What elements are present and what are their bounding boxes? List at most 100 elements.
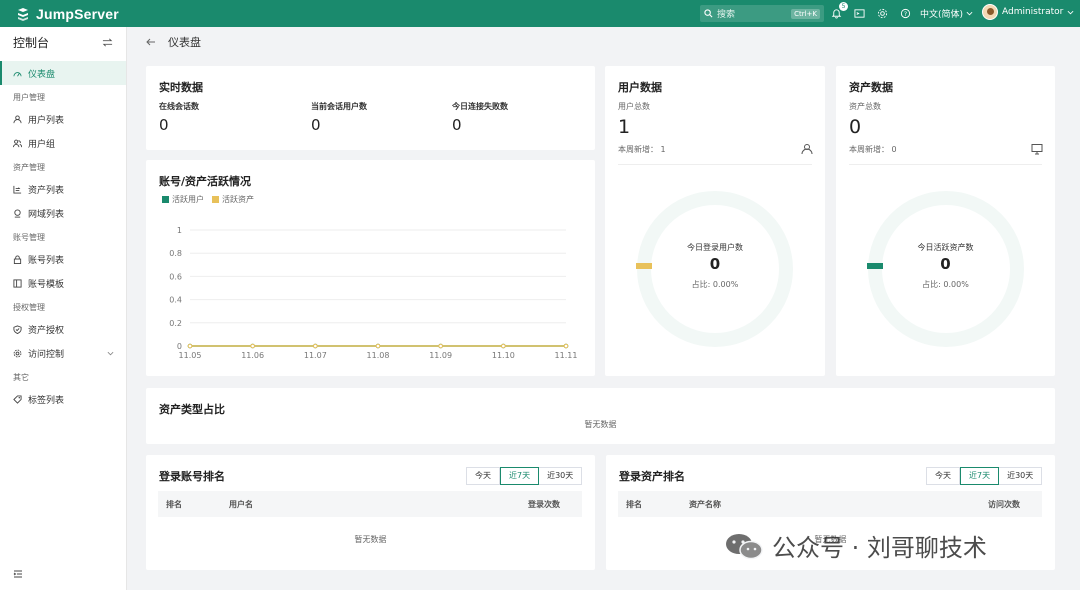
terminal-icon (853, 9, 865, 18)
sidebar-group-label: 其它 (13, 373, 29, 382)
tab-last-7-days[interactable]: 近7天 (500, 467, 540, 485)
svg-text:?: ? (903, 10, 906, 18)
sidebar-group-label: 资产管理 (13, 163, 45, 172)
app-logo[interactable]: JumpServer (0, 0, 126, 27)
donut-value: 0 (940, 255, 951, 273)
jumpserver-logo-icon (18, 7, 28, 21)
activity-card: 账号/资产活跃情况 活跃用户 活跃资产 0 0.2 0.4 0.6 0.8 1 11.05 1… (146, 160, 595, 376)
metric-value: 0 (159, 116, 169, 134)
asset-icon (13, 185, 22, 194)
sidebar-item-dashboard[interactable]: 仪表盘 (0, 61, 126, 85)
watermark-text: 公众号 · 刘哥聊技术 (772, 534, 987, 562)
x-tick-label: 11.09 (429, 351, 452, 360)
user-menu[interactable]: Administrator (982, 4, 1074, 20)
data-point (438, 343, 443, 349)
sidebar-item-asset-permission[interactable]: 资产授权 (0, 317, 126, 341)
help-button[interactable]: ? (899, 8, 911, 20)
asset-total-value: 0 (849, 116, 862, 138)
user-data-card: 用户数据 用户总数 1 本周新增： 1 今日登录用户数 0 占比: 0.00% (605, 66, 825, 376)
tab-today[interactable]: 今天 (467, 468, 500, 484)
switch-view-icon[interactable] (102, 37, 113, 48)
x-tick-label: 11.10 (492, 351, 515, 360)
x-tick-label: 11.07 (304, 351, 327, 360)
activity-line-chart: 0 0.2 0.4 0.6 0.8 1 11.05 11.06 11.07 11.08 11.09 1… (169, 226, 577, 360)
column-header: 排名 (166, 499, 182, 509)
user-icon (801, 144, 813, 155)
collapse-sidebar-button[interactable] (13, 568, 23, 582)
sidebar-item-account-list[interactable]: 账号列表 (0, 247, 126, 271)
gear-icon (877, 8, 887, 19)
sidebar-item-user-group[interactable]: 用户组 (0, 131, 126, 155)
global-search[interactable]: 搜索 Ctrl+K (700, 5, 824, 22)
card-title: 实时数据 (159, 81, 203, 94)
x-tick-label: 11.05 (179, 351, 202, 360)
search-placeholder: 搜索 (717, 10, 736, 20)
sidebar-item-label: 仪表盘 (28, 69, 56, 80)
help-icon: ? (900, 8, 910, 19)
sidebar-item-account-template[interactable]: 账号模板 (0, 271, 126, 295)
card-title: 登录账号排名 (159, 470, 225, 483)
column-header: 登录次数 (528, 499, 560, 509)
table-header: 排名 用户名 登录次数 (158, 491, 582, 517)
x-tick-label: 11.08 (367, 351, 390, 360)
wechat-watermark: 公众号 · 刘哥聊技术 (724, 528, 987, 563)
card-title: 用户数据 (618, 81, 662, 94)
dashboard-icon (13, 71, 22, 76)
tab-today[interactable]: 今天 (927, 468, 960, 484)
chevron-down-icon (966, 11, 973, 16)
donut-label: 今日登录用户数 (687, 243, 743, 252)
sidebar-item-label: 用户组 (28, 139, 56, 150)
gear-icon (13, 349, 22, 357)
sidebar-title: 控制台 (13, 35, 50, 50)
settings-button[interactable] (876, 8, 888, 20)
tab-last-7-days[interactable]: 近7天 (960, 467, 1000, 485)
donut-label: 今日活跃资产数 (917, 243, 974, 252)
search-shortcut: Ctrl+K (791, 8, 820, 19)
data-point (313, 343, 318, 349)
asset-types-card: 资产类型占比 暂无数据 (146, 388, 1055, 444)
network-icon (14, 208, 21, 218)
metric-label: 今日连接失败数 (452, 102, 508, 111)
column-header: 排名 (626, 499, 642, 509)
sidebar-item-zone-list[interactable]: 网域列表 (0, 201, 126, 225)
back-arrow-icon[interactable] (146, 37, 156, 47)
notification-button[interactable]: 5 (830, 1, 848, 20)
y-tick-label: 0.4 (169, 296, 182, 305)
language-switcher[interactable]: 中文(简体) (920, 7, 973, 20)
username: Administrator (1002, 7, 1064, 17)
user-weekly-new: 本周新增： 1 (618, 144, 666, 155)
table-header: 排名 资产名称 访问次数 (618, 491, 1042, 517)
weekly-value: 1 (660, 145, 666, 154)
asset-total-label: 资产总数 (849, 102, 881, 111)
user-total-label: 用户总数 (618, 102, 650, 111)
sidebar-item-label: 账号列表 (28, 255, 65, 266)
terminal-button[interactable] (853, 8, 865, 20)
sidebar-item-access-control[interactable]: 访问控制 (0, 341, 126, 365)
sidebar-item-asset-list[interactable]: 资产列表 (0, 177, 126, 201)
metric-value: 0 (311, 116, 321, 134)
language-label: 中文(简体) (920, 10, 964, 20)
sidebar-item-label-list[interactable]: 标签列表 (0, 387, 126, 411)
users-icon (13, 139, 22, 147)
data-point (563, 343, 569, 349)
y-tick-label: 0 (177, 342, 182, 351)
empty-state: 暂无数据 (354, 535, 387, 544)
wechat-icon (726, 533, 763, 559)
sidebar-group-label: 账号管理 (13, 233, 45, 242)
tab-last-30-days[interactable]: 近30天 (539, 468, 581, 484)
divider (618, 164, 812, 165)
shield-icon (13, 324, 22, 334)
sidebar-item-user-list[interactable]: 用户列表 (0, 107, 126, 131)
search-icon (704, 9, 713, 18)
y-tick-label: 1 (177, 226, 182, 235)
account-rank-card: 登录账号排名 今天 近7天 近30天 排名 用户名 登录次数 暂无数据 (146, 455, 595, 570)
sidebar: 控制台 仪表盘 用户管理 用户列表 用户组 资产管理 资产列表 网域列表 账号管… (0, 27, 127, 590)
y-tick-label: 0.6 (169, 272, 182, 281)
sidebar-item-label: 标签列表 (28, 395, 65, 406)
card-title: 资产数据 (849, 81, 893, 94)
app-name: JumpServer (36, 5, 119, 22)
tab-last-30-days[interactable]: 近30天 (999, 468, 1041, 484)
sidebar-item-label: 账号模板 (28, 279, 65, 290)
avatar (982, 4, 998, 20)
y-tick-label: 0.2 (169, 319, 182, 328)
